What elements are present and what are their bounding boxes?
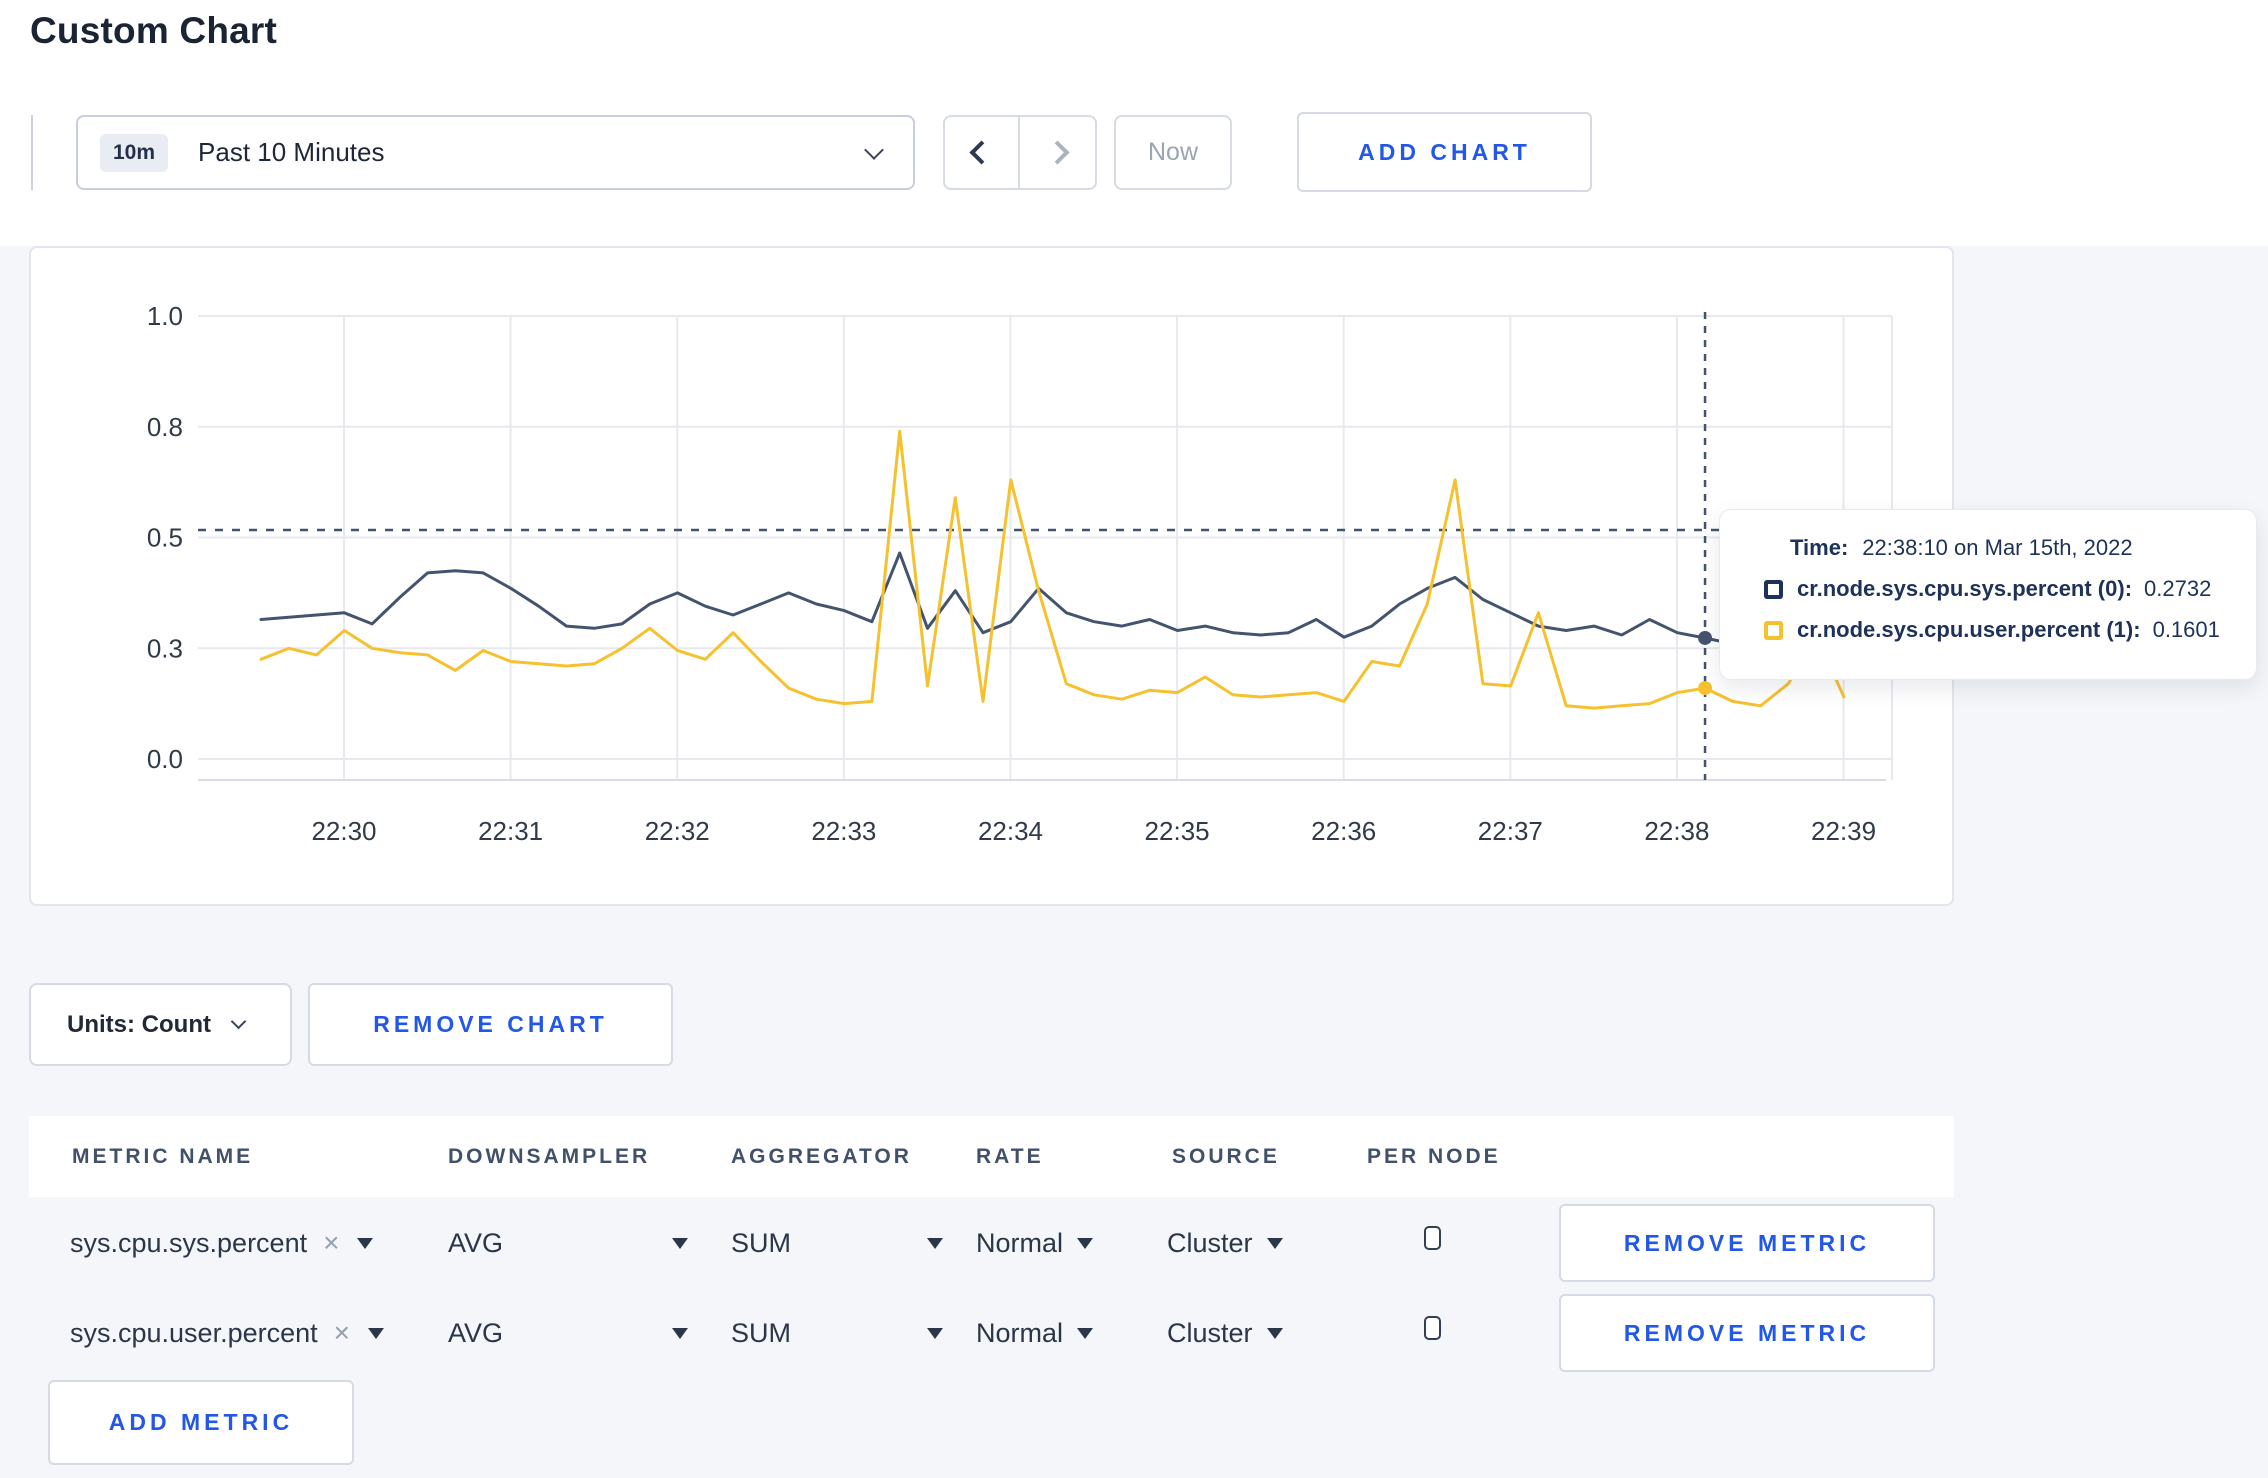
dropdown-caret-icon: [927, 1327, 943, 1339]
dropdown-caret-icon: [1266, 1237, 1283, 1249]
clear-metric-icon[interactable]: ×: [323, 1227, 339, 1259]
per-node-checkbox[interactable]: [1424, 1226, 1441, 1250]
page-title: Custom Chart: [30, 10, 278, 51]
remove-metric-button[interactable]: REMOVE METRIC: [1559, 1204, 1935, 1282]
time-range-dropdown[interactable]: 10m Past 10 Minutes: [76, 115, 915, 190]
tooltip-series-sys-value: 0.2732: [2144, 576, 2212, 601]
add-metric-button[interactable]: ADD METRIC: [48, 1380, 354, 1465]
add-chart-button[interactable]: ADD CHART: [1297, 112, 1592, 192]
remove-metric-button[interactable]: REMOVE METRIC: [1559, 1294, 1935, 1372]
dropdown-caret-icon: [927, 1237, 943, 1249]
source-value: Cluster: [1167, 1317, 1253, 1348]
svg-text:22:37: 22:37: [1478, 816, 1543, 846]
dropdown-caret-icon: [1077, 1327, 1094, 1339]
chevron-left-icon: [969, 140, 994, 165]
svg-text:22:33: 22:33: [811, 816, 876, 846]
header-source: SOURCE: [1172, 1144, 1280, 1168]
tooltip-time-label: Time:: [1790, 535, 1849, 560]
downsampler-value: AVG: [448, 1317, 504, 1348]
units-label: Units: Count: [67, 1010, 211, 1038]
svg-text:22:31: 22:31: [478, 816, 543, 846]
dropdown-caret-icon: [1266, 1327, 1283, 1339]
series-swatch-sys-icon: [1764, 579, 1783, 599]
chevron-down-icon: [864, 140, 884, 160]
dropdown-caret-icon: [1077, 1237, 1094, 1249]
downsampler-value: AVG: [448, 1227, 504, 1258]
svg-text:0.5: 0.5: [147, 523, 183, 553]
svg-text:0.8: 0.8: [147, 412, 183, 442]
rate-select[interactable]: Normal: [976, 1288, 1094, 1378]
svg-text:22:30: 22:30: [311, 816, 376, 846]
header-rate: RATE: [976, 1144, 1044, 1168]
cpu-percent-chart[interactable]: 0.0 0.3 0.5 0.8 1.0 22:30 22:31 22:32 22:33 22:34…: [31, 248, 1952, 904]
table-row: sys.cpu.sys.percent × AVG SUM Normal Clu…: [29, 1198, 1954, 1288]
svg-text:0.3: 0.3: [147, 633, 183, 663]
svg-text:1.0: 1.0: [147, 301, 183, 331]
metric-name-value: sys.cpu.user.percent: [70, 1317, 318, 1348]
metrics-table-header: METRIC NAME DOWNSAMPLER AGGREGATOR RATE …: [29, 1116, 1954, 1197]
svg-text:22:38: 22:38: [1644, 816, 1709, 846]
metric-name-select[interactable]: sys.cpu.user.percent ×: [70, 1288, 384, 1378]
time-range-label: Past 10 Minutes: [198, 137, 385, 167]
header-downsampler: DOWNSAMPLER: [448, 1144, 651, 1168]
chevron-down-icon: [230, 1013, 247, 1030]
svg-text:22:36: 22:36: [1311, 816, 1376, 846]
tooltip-series-sys-label: cr.node.sys.cpu.sys.percent (0):: [1797, 576, 2133, 601]
svg-text:22:32: 22:32: [645, 816, 710, 846]
header-metric-name: METRIC NAME: [72, 1144, 254, 1168]
dropdown-caret-icon[interactable]: [357, 1237, 374, 1249]
time-nav-group: [943, 115, 1097, 190]
downsampler-select[interactable]: AVG: [448, 1288, 688, 1378]
source-select[interactable]: Cluster: [1167, 1198, 1283, 1288]
tooltip-series-user-label: cr.node.sys.cpu.user.percent (1):: [1797, 617, 2141, 642]
header-per-node: PER NODE: [1367, 1144, 1501, 1168]
remove-chart-button[interactable]: REMOVE CHART: [308, 983, 673, 1066]
dropdown-caret-icon[interactable]: [368, 1327, 384, 1339]
svg-text:22:34: 22:34: [978, 816, 1043, 846]
svg-text:22:39: 22:39: [1811, 816, 1876, 846]
time-forward-button[interactable]: [1020, 117, 1095, 188]
metric-name-select[interactable]: sys.cpu.sys.percent ×: [70, 1198, 374, 1288]
chart-card: 0.0 0.3 0.5 0.8 1.0 22:30 22:31 22:32 22:33 22:34…: [29, 246, 1954, 906]
time-back-button[interactable]: [945, 117, 1020, 188]
tooltip-series-user-value: 0.1601: [2152, 617, 2220, 642]
chevron-right-icon: [1045, 140, 1070, 165]
source-value: Cluster: [1167, 1227, 1253, 1258]
aggregator-select[interactable]: SUM: [731, 1198, 943, 1288]
rate-value: Normal: [976, 1317, 1064, 1348]
header-aggregator: AGGREGATOR: [731, 1144, 912, 1168]
source-select[interactable]: Cluster: [1167, 1288, 1283, 1378]
now-button[interactable]: Now: [1114, 115, 1232, 190]
clear-metric-icon[interactable]: ×: [334, 1317, 350, 1349]
dropdown-caret-icon: [672, 1327, 688, 1339]
aggregator-value: SUM: [731, 1317, 791, 1348]
downsampler-select[interactable]: AVG: [448, 1198, 688, 1288]
aggregator-select[interactable]: SUM: [731, 1288, 943, 1378]
units-dropdown[interactable]: Units: Count: [29, 983, 292, 1066]
table-row: sys.cpu.user.percent × AVG SUM Normal Cl…: [29, 1288, 1954, 1378]
series-swatch-user-icon: [1764, 620, 1783, 640]
rate-value: Normal: [976, 1227, 1064, 1258]
svg-text:0.0: 0.0: [147, 744, 183, 774]
dropdown-caret-icon: [672, 1237, 688, 1249]
rate-select[interactable]: Normal: [976, 1198, 1094, 1288]
chart-hover-tooltip: Time: 22:38:10 on Mar 15th, 2022 cr.node.…: [1719, 509, 2257, 680]
time-range-badge: 10m: [100, 133, 169, 172]
per-node-checkbox[interactable]: [1424, 1316, 1441, 1340]
aggregator-value: SUM: [731, 1227, 791, 1258]
metric-name-value: sys.cpu.sys.percent: [70, 1227, 308, 1258]
toolbar-divider: [31, 115, 33, 190]
svg-text:22:35: 22:35: [1145, 816, 1210, 846]
tooltip-time-value: 22:38:10 on Mar 15th, 2022: [1862, 535, 2133, 560]
